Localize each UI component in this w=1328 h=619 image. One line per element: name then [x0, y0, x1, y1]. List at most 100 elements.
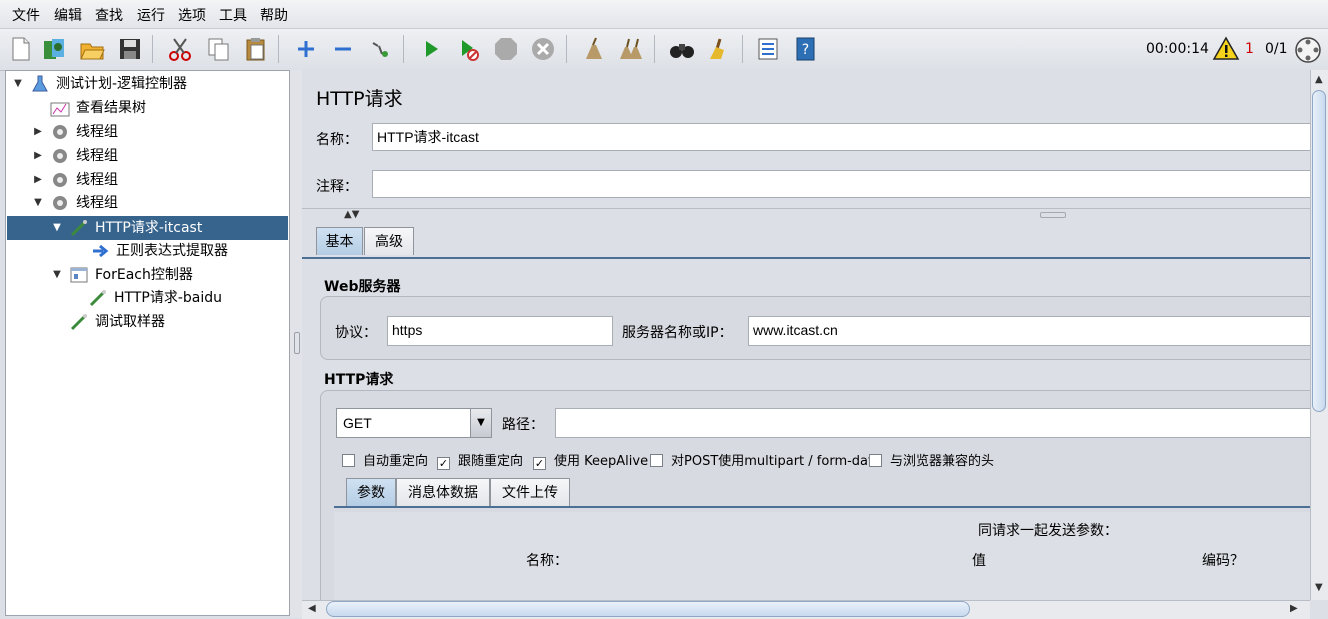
- http-request-title: HTTP请求: [324, 372, 394, 388]
- new-icon[interactable]: [4, 33, 36, 65]
- vertical-scroll-thumb[interactable]: [1312, 90, 1326, 412]
- tree-item-label: 调试取样器: [95, 314, 165, 330]
- server-label: 服务器名称或IP：: [622, 325, 733, 341]
- toolbar: ? 00:00:14 1 0/1: [0, 29, 1328, 71]
- thread-group-icon: [53, 173, 67, 187]
- test-plan-icon: [32, 75, 48, 92]
- function-helper-icon[interactable]: [752, 33, 784, 65]
- checkbox-label: 使用 KeepAlive: [554, 454, 649, 469]
- expand-icon[interactable]: [290, 33, 322, 65]
- tree-item-label: 线程组: [76, 148, 118, 164]
- copy-icon[interactable]: [202, 33, 234, 65]
- expand-arrow-icon[interactable]: ▼: [51, 217, 63, 239]
- open-icon[interactable]: [76, 33, 108, 65]
- subtab-underline: [334, 506, 1310, 508]
- method-value: GET: [343, 415, 372, 431]
- warning-icon[interactable]: [1212, 35, 1240, 63]
- expand-arrow-icon[interactable]: ▶: [32, 145, 44, 167]
- start-no-pause-icon[interactable]: [452, 33, 484, 65]
- reset-search-icon[interactable]: [703, 33, 735, 65]
- search-icon[interactable]: [666, 33, 698, 65]
- save-icon[interactable]: [114, 33, 146, 65]
- name-field[interactable]: HTTP请求-itcast: [372, 123, 1310, 151]
- scroll-up-icon[interactable]: ▲: [1315, 74, 1323, 85]
- protocol-label: 协议：: [335, 325, 377, 341]
- checkbox-box[interactable]: [650, 454, 663, 467]
- expand-arrow-icon[interactable]: ▼: [12, 73, 24, 95]
- path-field[interactable]: [555, 408, 1310, 438]
- column-header-name[interactable]: 名称：: [526, 550, 568, 570]
- web-server-title: Web服务器: [324, 279, 401, 295]
- tab-body-data[interactable]: 消息体数据: [396, 478, 490, 506]
- expand-arrow-icon[interactable]: ▶: [32, 121, 44, 143]
- horizontal-scroll-thumb[interactable]: [326, 601, 970, 617]
- collapse-up-icon[interactable]: ▲▼: [344, 209, 359, 220]
- server-field[interactable]: www.itcast.cn: [748, 316, 1310, 346]
- expand-arrow-icon[interactable]: ▶: [32, 169, 44, 191]
- toggle-icon[interactable]: [365, 33, 397, 65]
- thread-group-icon: [53, 125, 67, 139]
- toolbar-separator: [278, 35, 279, 63]
- expand-arrow-icon[interactable]: ▼: [51, 264, 63, 286]
- browser-headers-checkbox[interactable]: 与浏览器兼容的头: [869, 450, 994, 469]
- start-icon[interactable]: [415, 33, 447, 65]
- column-header-value[interactable]: 值: [972, 550, 986, 570]
- menu-options[interactable]: 选项: [178, 5, 206, 25]
- tree-item-label: 测试计划-逻辑控制器: [56, 76, 188, 92]
- templates-icon[interactable]: [38, 33, 70, 65]
- sampler-icon: [89, 290, 106, 307]
- menu-search[interactable]: 查找: [95, 5, 123, 25]
- comment-label: 注释：: [316, 179, 358, 195]
- auto-redirect-checkbox[interactable]: 自动重定向: [342, 450, 428, 469]
- help-icon[interactable]: ?: [789, 33, 821, 65]
- tab-advanced[interactable]: 高级: [364, 227, 414, 255]
- menu-edit[interactable]: 编辑: [54, 5, 82, 25]
- remote-status-icon[interactable]: [1293, 35, 1323, 65]
- tree-item-label: ForEach控制器: [95, 267, 193, 283]
- toolbar-separator: [566, 35, 567, 63]
- clear-icon[interactable]: [578, 33, 610, 65]
- stop-icon[interactable]: [490, 33, 522, 65]
- tree-item-label: HTTP请求-itcast: [95, 220, 203, 236]
- divider-grip-icon[interactable]: [1040, 212, 1066, 218]
- section-divider[interactable]: ▲▼: [302, 208, 1310, 221]
- scroll-right-icon[interactable]: ▶: [1290, 603, 1298, 614]
- follow-redirect-checkbox[interactable]: ✓ 跟随重定向: [437, 450, 523, 470]
- checkmark-icon[interactable]: ✓: [437, 457, 450, 470]
- protocol-field[interactable]: https: [387, 316, 613, 346]
- collapse-icon[interactable]: [327, 33, 359, 65]
- test-plan-tree[interactable]: ▼ 测试计划-逻辑控制器 查看结果树 ▶ 线程组 ▶ 线程组 ▶ 线程组 ▼ 线…: [5, 70, 290, 616]
- name-label: 名称：: [316, 132, 358, 148]
- paste-icon[interactable]: [240, 33, 272, 65]
- tab-file-upload[interactable]: 文件上传: [490, 478, 570, 506]
- multipart-checkbox[interactable]: 对POST使用multipart / form-data: [650, 450, 881, 469]
- checkbox-box[interactable]: [342, 454, 355, 467]
- comment-field[interactable]: [372, 170, 1310, 198]
- column-header-encode[interactable]: 编码？: [1202, 550, 1244, 570]
- tree-item-label: HTTP请求-baidu: [114, 290, 222, 306]
- checkbox-box[interactable]: [869, 454, 882, 467]
- sampler-icon: [70, 220, 87, 237]
- keepalive-checkbox[interactable]: ✓ 使用 KeepAlive: [533, 450, 648, 470]
- toolbar-separator: [742, 35, 743, 63]
- menu-file[interactable]: 文件: [12, 5, 40, 25]
- tab-basic[interactable]: 基本: [316, 227, 363, 255]
- shutdown-icon[interactable]: [527, 33, 559, 65]
- cut-icon[interactable]: [164, 33, 196, 65]
- toolbar-separator: [654, 35, 655, 63]
- http-request-panel: HTTP请求 名称： HTTP请求-itcast 注释： ▲▼ 基本 高级 We…: [302, 70, 1310, 600]
- tab-parameters[interactable]: 参数: [346, 478, 396, 506]
- warning-count: 1: [1245, 41, 1254, 57]
- method-select[interactable]: GET ▼: [336, 408, 492, 438]
- menu-run[interactable]: 运行: [137, 5, 165, 25]
- controller-icon: [70, 267, 88, 283]
- scroll-left-icon[interactable]: ◀: [308, 603, 316, 614]
- menu-help[interactable]: 帮助: [260, 5, 288, 25]
- scroll-down-icon[interactable]: ▼: [1315, 582, 1323, 593]
- clear-all-icon[interactable]: [615, 33, 647, 65]
- expand-arrow-icon[interactable]: ▼: [32, 192, 44, 214]
- splitter-grip-icon[interactable]: [294, 332, 300, 354]
- chevron-down-icon[interactable]: ▼: [470, 409, 491, 437]
- checkmark-icon[interactable]: ✓: [533, 457, 546, 470]
- menu-tools[interactable]: 工具: [219, 5, 247, 25]
